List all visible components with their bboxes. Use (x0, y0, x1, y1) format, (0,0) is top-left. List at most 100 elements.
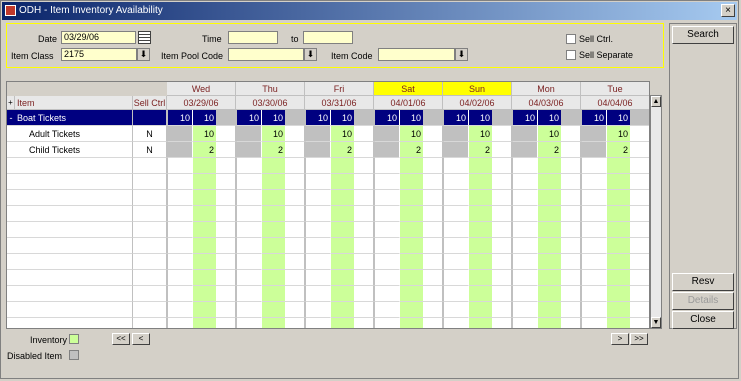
item-name (15, 190, 133, 206)
inventory-cell[interactable]: 10 (537, 126, 561, 142)
inventory-cell[interactable]: 10 (468, 110, 492, 126)
row-marker (7, 206, 15, 222)
inventory-cell[interactable]: 10 (399, 110, 423, 126)
availability-left-cell[interactable] (167, 126, 192, 142)
availability-left-cell[interactable] (167, 142, 192, 158)
item-pool-code-field[interactable] (228, 48, 304, 61)
inventory-cell[interactable]: 10 (537, 110, 561, 126)
next-page-button[interactable]: > (611, 333, 629, 345)
previous-page-button[interactable]: < (132, 333, 150, 345)
availability-left-cell[interactable] (512, 126, 537, 142)
item-name (15, 206, 133, 222)
trailing-cell (492, 318, 512, 328)
date-field[interactable]: 03/29/06 (61, 31, 136, 44)
resv-button[interactable]: Resv (672, 273, 734, 291)
expand-all-marker[interactable]: + (7, 96, 15, 110)
availability-left-cell (512, 318, 537, 328)
item-name[interactable]: Boat Tickets (15, 110, 133, 126)
close-window-button[interactable]: × (721, 4, 735, 17)
trailing-cell (216, 190, 236, 206)
row-marker[interactable] (7, 126, 15, 142)
availability-left-cell (374, 286, 399, 302)
item-name[interactable]: Adult Tickets (15, 126, 133, 142)
sell-ctrl-checkbox[interactable] (566, 34, 576, 44)
trailing-cell (285, 142, 305, 158)
trailing-cell (216, 174, 236, 190)
availability-left-cell[interactable] (374, 126, 399, 142)
sell-separate-checkbox[interactable] (566, 50, 576, 60)
inventory-cell[interactable]: 10 (261, 110, 285, 126)
item-name (15, 222, 133, 238)
inventory-cell[interactable]: 10 (606, 110, 630, 126)
row-marker (7, 238, 15, 254)
scroll-up-icon[interactable]: ▲ (651, 96, 661, 107)
availability-left-cell[interactable]: 10 (236, 110, 261, 126)
availability-left-cell (167, 302, 192, 318)
item-code-field[interactable] (378, 48, 455, 61)
row-marker[interactable] (7, 142, 15, 158)
inventory-cell[interactable]: 10 (330, 126, 354, 142)
item-name[interactable]: Child Tickets (15, 142, 133, 158)
availability-left-cell[interactable] (512, 142, 537, 158)
availability-left-cell (236, 254, 261, 270)
inventory-cell[interactable]: 2 (399, 142, 423, 158)
inventory-cell[interactable]: 10 (399, 126, 423, 142)
row-marker[interactable]: - (7, 110, 15, 126)
sell-ctrl-value: N (133, 126, 167, 142)
availability-left-cell[interactable] (236, 142, 261, 158)
close-button[interactable]: Close (672, 311, 734, 329)
availability-left-cell (443, 190, 468, 206)
availability-left-cell[interactable] (443, 126, 468, 142)
inventory-cell[interactable]: 2 (606, 142, 630, 158)
inventory-cell[interactable]: 2 (192, 142, 216, 158)
availability-left-cell[interactable]: 10 (581, 110, 606, 126)
trailing-cell (492, 286, 512, 302)
availability-left-cell (443, 270, 468, 286)
item-code-dropdown-icon[interactable]: ⬇ (455, 48, 468, 61)
search-button[interactable]: Search (672, 26, 734, 44)
availability-left-cell[interactable]: 10 (374, 110, 399, 126)
item-pool-code-dropdown-icon[interactable]: ⬇ (304, 48, 317, 61)
availability-left-cell[interactable] (581, 142, 606, 158)
availability-left-cell[interactable] (581, 126, 606, 142)
time-from-field[interactable] (228, 31, 278, 44)
inventory-cell[interactable]: 2 (261, 142, 285, 158)
inventory-cell (330, 318, 354, 328)
scroll-down-icon[interactable]: ▼ (651, 317, 661, 328)
availability-left-cell[interactable]: 10 (512, 110, 537, 126)
last-page-button[interactable]: >> (630, 333, 648, 345)
inventory-cell[interactable]: 10 (192, 110, 216, 126)
inventory-cell[interactable]: 2 (330, 142, 354, 158)
inventory-cell[interactable]: 10 (192, 126, 216, 142)
grid-vertical-scrollbar[interactable]: ▲ ▼ (650, 95, 662, 329)
availability-left-cell[interactable] (236, 126, 261, 142)
availability-left-cell (305, 158, 330, 174)
inventory-cell[interactable]: 2 (468, 142, 492, 158)
inventory-cell (606, 286, 630, 302)
inventory-cell[interactable]: 10 (261, 126, 285, 142)
inventory-cell[interactable]: 10 (606, 126, 630, 142)
day-header: Sun (443, 82, 512, 96)
item-class-field[interactable]: 2175 (61, 48, 137, 61)
first-page-button[interactable]: << (112, 333, 130, 345)
inventory-cell[interactable]: 10 (330, 110, 354, 126)
availability-left-cell[interactable] (305, 126, 330, 142)
trailing-cell (423, 158, 443, 174)
calendar-icon[interactable] (138, 31, 151, 44)
availability-left-cell[interactable]: 10 (305, 110, 330, 126)
sell-ctrl-value: N (133, 142, 167, 158)
availability-left-cell[interactable] (443, 142, 468, 158)
inventory-cell[interactable]: 2 (537, 142, 561, 158)
time-to-field[interactable] (303, 31, 353, 44)
inventory-cell[interactable]: 10 (468, 126, 492, 142)
row-marker (7, 174, 15, 190)
availability-left-cell[interactable] (305, 142, 330, 158)
availability-left-cell (581, 206, 606, 222)
availability-left-cell (581, 174, 606, 190)
availability-left-cell[interactable]: 10 (443, 110, 468, 126)
availability-left-cell[interactable]: 10 (167, 110, 192, 126)
details-button[interactable]: Details (672, 292, 734, 310)
availability-left-cell[interactable] (374, 142, 399, 158)
item-class-dropdown-icon[interactable]: ⬇ (137, 48, 150, 61)
inventory-cell (192, 190, 216, 206)
